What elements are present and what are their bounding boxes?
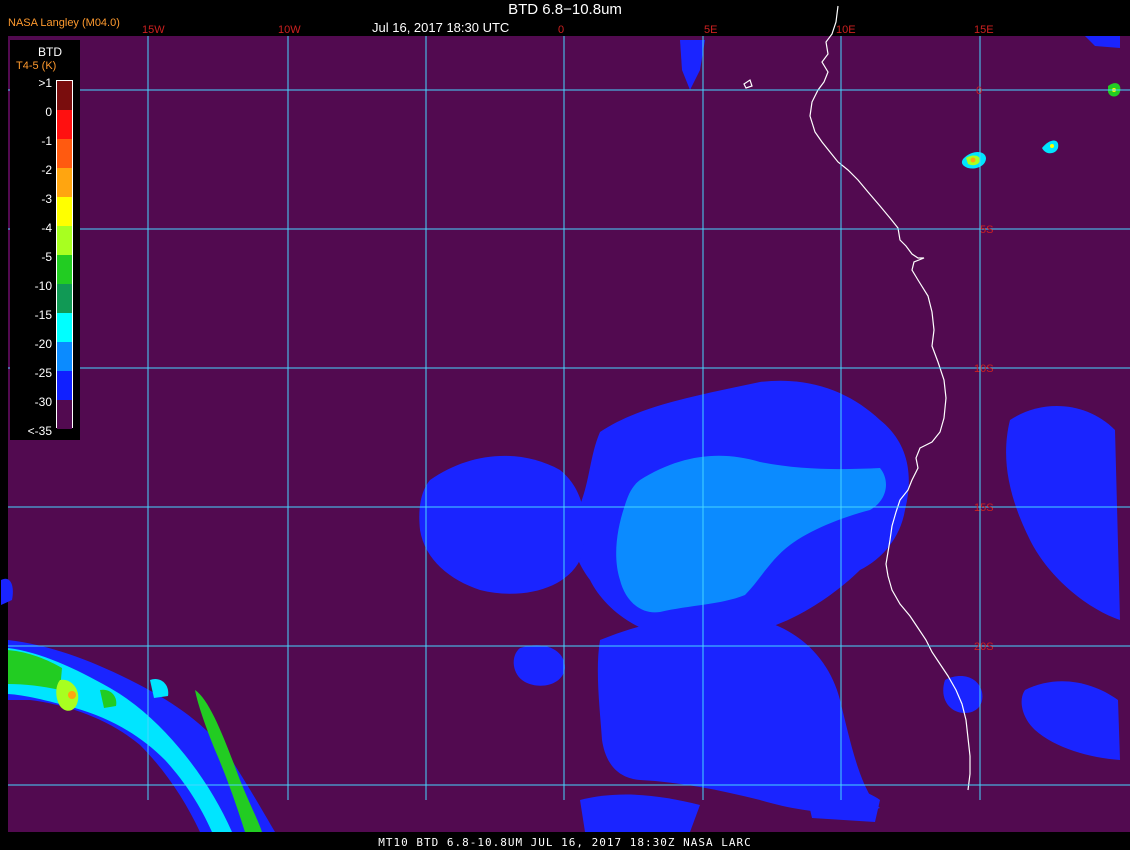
footer-caption: MT10 BTD 6.8-10.8UM JUL 16, 2017 18:30Z … [378,836,752,849]
legend-swatch [57,400,72,429]
legend-tick-label: -30 [34,395,52,409]
legend-swatch [57,342,72,371]
satellite-map: 15W 10W 0 5E 10E 15E 0 5S 10S 15S 20S [0,0,1130,850]
legend-swatch [57,284,72,313]
lon-label: 15E [974,24,994,36]
legend-title: BTD [38,45,62,59]
legend-swatch [57,313,72,342]
legend-tick-label: 0 [45,105,52,119]
legend-swatch [57,139,72,168]
legend-swatch [57,81,72,110]
lat-label: 5S [980,224,993,236]
legend-tick-label: -5 [41,250,52,264]
product-title: BTD 6.8−10.8um [508,1,622,18]
legend-swatch [57,168,72,197]
lat-label: 15S [974,502,994,514]
legend-tick-label: -15 [34,308,52,322]
legend-tick-label: -1 [41,134,52,148]
legend-tick-label: -20 [34,337,52,351]
legend-tick-label: >1 [38,76,52,90]
lon-label: 10E [836,24,856,36]
legend-tick-label: -25 [34,366,52,380]
legend-swatch [57,255,72,284]
lon-label: 5E [704,24,717,36]
legend-swatch [57,226,72,255]
legend-tick-label: -10 [34,279,52,293]
legend-tick-label: -2 [41,163,52,177]
legend-colorbar [56,80,73,429]
legend-swatch [57,197,72,226]
legend-units: T4-5 (K) [16,60,57,72]
legend-tick-label: -3 [41,192,52,206]
legend-swatch [57,371,72,400]
credit-label: NASA Langley (M04.0) [8,17,120,29]
lat-label: 0 [976,85,982,97]
legend-tick-label: -4 [41,221,52,235]
datetime-label: Jul 16, 2017 18:30 UTC [372,20,510,35]
lon-label: 10W [278,24,301,36]
lat-label: 10S [974,363,994,375]
lon-label: 0 [558,24,564,36]
color-legend: BTD T4-5 (K) >1 0 -1 -2 -3 -4 -5 -10 -15 -20 -25 -3… [10,40,80,440]
legend-swatch [57,110,72,139]
lat-label: 20S [974,641,994,653]
lon-label: 15W [142,24,165,36]
legend-tick-label: <-35 [27,424,52,438]
